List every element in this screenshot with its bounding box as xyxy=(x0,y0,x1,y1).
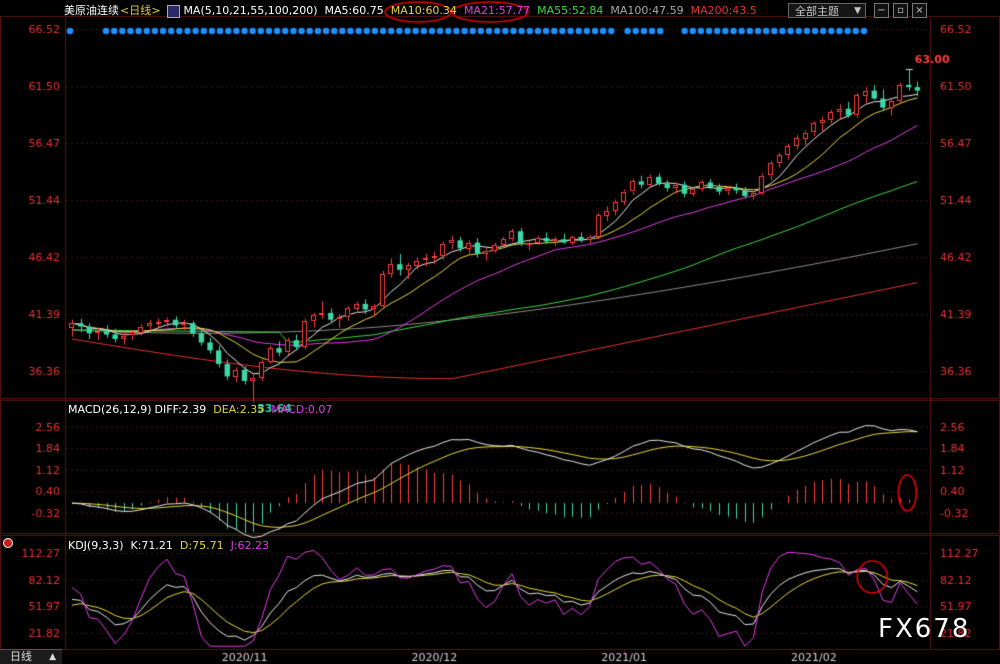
kdj-d-value: D:75.71 xyxy=(179,539,224,552)
minimize-icon[interactable]: − xyxy=(874,3,889,18)
watermark-logo: FX678 xyxy=(878,614,971,644)
price-panel-header: 美原油连续 <日线> MA(5,10,21,55,100,200) MA5:60… xyxy=(64,3,764,19)
kdj-j-value: J:62.23 xyxy=(230,539,270,552)
futures-chart-canvas[interactable] xyxy=(0,0,1000,664)
ma-group-label: MA(5,10,21,55,100,200) xyxy=(183,4,318,17)
macd-panel-header: MACD(26,12,9) DIFF:2.39 DEA:2.35 MACD:0.… xyxy=(68,402,339,418)
kdj-k-value: K:71.21 xyxy=(130,539,173,552)
macd-macd-value: MACD:0.07 xyxy=(271,403,333,416)
indicator-icon[interactable] xyxy=(167,4,181,18)
ma10-value: MA10:60.34 xyxy=(390,4,457,17)
macd-dea-value: DEA:2.35 xyxy=(213,403,265,416)
close-icon[interactable]: × xyxy=(912,3,927,18)
period-tab-label: 日线 xyxy=(10,650,32,663)
ma21-value: MA21:57.77 xyxy=(463,4,531,17)
chevron-down-icon: ▼ xyxy=(854,6,861,16)
kdj-name: KDJ(9,3,3) xyxy=(68,539,124,552)
ma5-value: MA5:60.75 xyxy=(324,4,384,17)
theme-select-label: 全部主题 xyxy=(795,5,839,18)
ma100-value: MA100:47.59 xyxy=(610,4,684,17)
macd-diff-value: DIFF:2.39 xyxy=(154,403,207,416)
symbol-name: 美原油连续 xyxy=(64,4,119,17)
macd-name: MACD(26,12,9) xyxy=(68,403,152,416)
period-label: <日线> xyxy=(120,4,161,17)
kdj-panel-header: KDJ(9,3,3) K:71.21 D:75.71 J:62.23 xyxy=(68,538,276,554)
chevron-up-icon: ▲ xyxy=(49,652,56,662)
ma55-value: MA55:52.84 xyxy=(537,4,604,17)
ma200-value: MA200:43.5 xyxy=(690,4,757,17)
restore-icon[interactable]: ▫ xyxy=(893,3,908,18)
period-tab[interactable]: 日线 ▲ xyxy=(0,649,62,664)
panel-close-icon[interactable] xyxy=(3,538,13,548)
theme-select[interactable]: 全部主题 ▼ xyxy=(788,3,866,18)
